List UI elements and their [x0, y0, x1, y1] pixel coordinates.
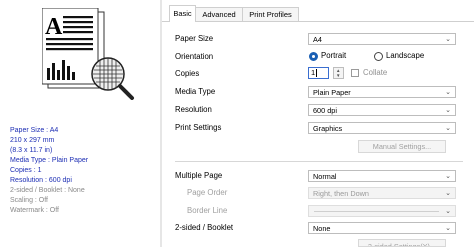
copies-input[interactable]: 1: [308, 67, 329, 79]
border-line-sample: [314, 211, 439, 212]
copies-label: Copies: [175, 69, 200, 78]
settings-summary-line: Watermark : Off: [10, 207, 60, 214]
settings-preview-panel: A Paper Size : A4 210 x 297 mm (8.3 x 11.7…: [0, 0, 160, 247]
chevron-down-icon: ⌄: [445, 107, 451, 114]
settings-summary-line: Paper Size : A4: [10, 127, 59, 134]
border-line-label: Border Line: [187, 206, 228, 215]
chevron-down-icon: ⌄: [445, 173, 451, 180]
resolution-value: 600 dpi: [313, 106, 337, 115]
two-sided-label: 2-sided / Booklet: [175, 223, 234, 232]
paper-size-value: A4: [313, 35, 322, 44]
portrait-radio[interactable]: [309, 52, 318, 61]
tab-basic[interactable]: Basic: [169, 5, 196, 22]
page-order-label: Page Order: [187, 188, 228, 197]
two-sided-value: None: [313, 224, 331, 233]
settings-summary: Paper Size : A4 210 x 297 mm (8.3 x 11.7 i…: [10, 126, 160, 216]
two-sided-dropdown[interactable]: None ⌄: [308, 222, 456, 234]
settings-summary-line: 2-sided / Booklet : None: [10, 187, 85, 194]
copies-spinner[interactable]: ▲ ▼: [333, 67, 344, 79]
settings-summary-line: Copies : 1: [10, 167, 42, 174]
chevron-down-icon: ⌄: [445, 89, 451, 96]
print-settings-value: Graphics: [313, 124, 343, 133]
orientation-label: Orientation: [175, 52, 214, 61]
multiple-page-dropdown[interactable]: Normal ⌄: [308, 170, 456, 182]
text-caret: [316, 69, 318, 78]
settings-panel: Basic Advanced Print Profiles Paper Size…: [162, 0, 474, 247]
multiple-page-label: Multiple Page: [175, 171, 223, 180]
spin-down-icon[interactable]: ▼: [336, 73, 340, 78]
settings-summary-line: Media Type : Plain Paper: [10, 157, 89, 164]
chevron-down-icon: ⌄: [445, 225, 451, 232]
collate-checkbox[interactable]: [351, 69, 359, 77]
landscape-radio[interactable]: [374, 52, 383, 61]
chevron-down-icon: ⌄: [445, 125, 451, 132]
two-sided-settings-button[interactable]: 2-sided Settings(X)...: [358, 239, 446, 247]
chevron-down-icon: ⌄: [445, 36, 451, 43]
tab-print-profiles[interactable]: Print Profiles: [242, 7, 299, 22]
settings-summary-line: (8.3 x 11.7 in): [10, 147, 53, 154]
tab-advanced[interactable]: Advanced: [195, 7, 243, 22]
landscape-label: Landscape: [386, 51, 425, 60]
portrait-label: Portrait: [321, 51, 347, 60]
resolution-label: Resolution: [175, 105, 212, 114]
multiple-page-value: Normal: [313, 172, 337, 181]
chevron-down-icon: ⌄: [445, 208, 451, 215]
resolution-dropdown[interactable]: 600 dpi ⌄: [308, 104, 456, 116]
tab-underline: [162, 21, 474, 22]
manual-settings-button[interactable]: Manual Settings...: [358, 140, 446, 153]
settings-summary-line: Scaling : Off: [10, 197, 49, 204]
settings-summary-line: 210 x 297 mm: [10, 137, 55, 144]
paper-size-label: Paper Size: [175, 34, 214, 43]
print-settings-label: Print Settings: [175, 123, 222, 132]
collate-label: Collate: [363, 68, 388, 77]
print-settings-dropdown[interactable]: Graphics ⌄: [308, 122, 456, 134]
settings-summary-line: Resolution : 600 dpi: [10, 177, 72, 184]
page-order-value: Right, then Down: [313, 189, 369, 198]
paper-size-dropdown[interactable]: A4 ⌄: [308, 33, 456, 45]
copies-value: 1: [311, 68, 316, 77]
border-line-dropdown[interactable]: ⌄: [308, 205, 456, 217]
media-type-value: Plain Paper: [313, 88, 351, 97]
svg-text:A: A: [45, 14, 63, 40]
media-type-dropdown[interactable]: Plain Paper ⌄: [308, 86, 456, 98]
document-preview-magnifier-icon: A: [42, 8, 134, 100]
page-order-dropdown[interactable]: Right, then Down ⌄: [308, 187, 456, 199]
section-divider: [175, 161, 463, 162]
media-type-label: Media Type: [175, 87, 216, 96]
chevron-down-icon: ⌄: [445, 190, 451, 197]
